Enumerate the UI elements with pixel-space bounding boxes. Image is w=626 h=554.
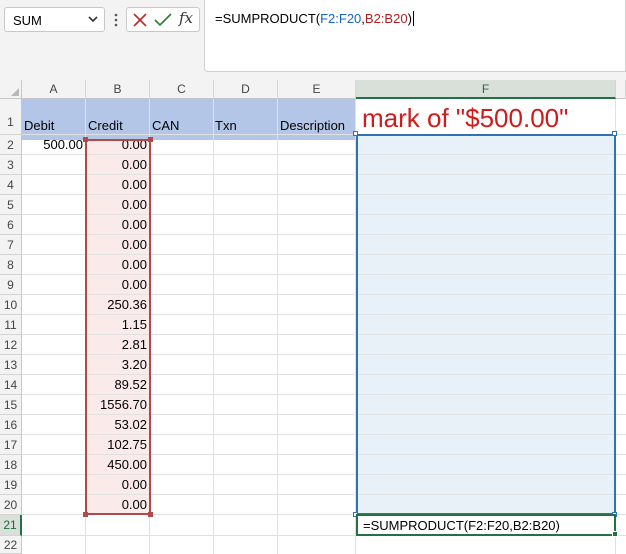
- range-handle[interactable]: [83, 512, 88, 517]
- select-all-icon: [11, 88, 19, 96]
- credit-range-border: [85, 139, 151, 515]
- name-box-value: SUM: [13, 13, 42, 28]
- check-icon[interactable]: [154, 12, 172, 28]
- row-header-14[interactable]: 14: [0, 375, 22, 395]
- row-header-18[interactable]: 18: [0, 455, 22, 475]
- formula-suffix: ): [407, 11, 412, 26]
- column-header-c[interactable]: C: [150, 80, 214, 99]
- chevron-down-icon[interactable]: [86, 12, 100, 26]
- row-header-9[interactable]: 9: [0, 275, 22, 295]
- row-header-17[interactable]: 17: [0, 435, 22, 455]
- spreadsheet-grid[interactable]: ABCDEF 1 2 3 4 5 6 7 8 9 10 11 12 13 14 15 16 17 18 19 20 21…: [0, 80, 626, 554]
- row-header-2[interactable]: 2: [0, 135, 22, 155]
- row-header-13[interactable]: 13: [0, 355, 22, 375]
- column-header-b[interactable]: B: [86, 80, 150, 99]
- select-all-button[interactable]: [0, 80, 22, 99]
- row-header-20[interactable]: 20: [0, 495, 22, 515]
- formula-input[interactable]: =SUMPRODUCT(F2:F20,B2:B20): [204, 0, 626, 72]
- row-header-1[interactable]: 1: [0, 99, 22, 135]
- row-header-22[interactable]: 22: [0, 536, 22, 554]
- formula-bar: SUM fx =SUMPRODUCT(F2:F20,B2:B20): [0, 0, 626, 80]
- column-header-g[interactable]: [616, 80, 626, 99]
- column-header-a[interactable]: A: [22, 80, 86, 99]
- row-header-19[interactable]: 19: [0, 475, 22, 495]
- range-handle[interactable]: [83, 137, 88, 142]
- active-cell-f21[interactable]: =SUMPRODUCT(F2:F20,B2:B20): [356, 514, 616, 536]
- f-range-border: [356, 134, 616, 515]
- fill-handle[interactable]: [612, 531, 618, 537]
- header-description[interactable]: Description: [280, 116, 345, 136]
- range-handle[interactable]: [148, 512, 153, 517]
- row-header-16[interactable]: 16: [0, 415, 22, 435]
- insert-function-button[interactable]: fx: [179, 9, 199, 31]
- row-header-4[interactable]: 4: [0, 175, 22, 195]
- range-handle[interactable]: [612, 131, 617, 136]
- row-header-11[interactable]: 11: [0, 315, 22, 335]
- text-caret: [412, 11, 414, 26]
- formula-buttons: fx: [126, 7, 200, 32]
- debit-cell[interactable]: 500.00: [22, 135, 83, 155]
- annotation-label: mark of "$500.00": [362, 103, 569, 133]
- cancel-icon[interactable]: [132, 12, 148, 28]
- name-box[interactable]: SUM: [4, 7, 105, 32]
- column-header-d[interactable]: D: [214, 80, 278, 99]
- formula-text: =SUMPRODUCT(F2:F20,B2:B20): [215, 11, 414, 26]
- column-header-e[interactable]: E: [278, 80, 356, 99]
- header-txn[interactable]: Txn: [215, 116, 237, 136]
- row-header-10[interactable]: 10: [0, 295, 22, 315]
- row-header-3[interactable]: 3: [0, 155, 22, 175]
- range-handle[interactable]: [353, 131, 358, 136]
- row-header-21[interactable]: 21: [0, 515, 22, 536]
- row-header-5[interactable]: 5: [0, 195, 22, 215]
- row-header-7[interactable]: 7: [0, 235, 22, 255]
- row-header-6[interactable]: 6: [0, 215, 22, 235]
- header-can[interactable]: CAN: [152, 116, 179, 136]
- gridline-vertical: [277, 99, 278, 554]
- header-credit[interactable]: Credit: [88, 116, 123, 136]
- formula-ref-b: B2:B20: [364, 11, 408, 26]
- row-header-8[interactable]: 8: [0, 255, 22, 275]
- more-options-icon[interactable]: [110, 8, 122, 32]
- column-header-f[interactable]: F: [356, 80, 616, 99]
- range-handle[interactable]: [148, 137, 153, 142]
- row-header-15[interactable]: 15: [0, 395, 22, 415]
- header-debit[interactable]: Debit: [24, 116, 54, 136]
- active-cell-text: =SUMPRODUCT(F2:F20,B2:B20): [363, 518, 560, 533]
- formula-prefix: =SUMPRODUCT(: [215, 11, 321, 26]
- gridline-vertical: [213, 99, 214, 554]
- formula-ref-f: F2:F20: [320, 11, 362, 26]
- row-header-12[interactable]: 12: [0, 335, 22, 355]
